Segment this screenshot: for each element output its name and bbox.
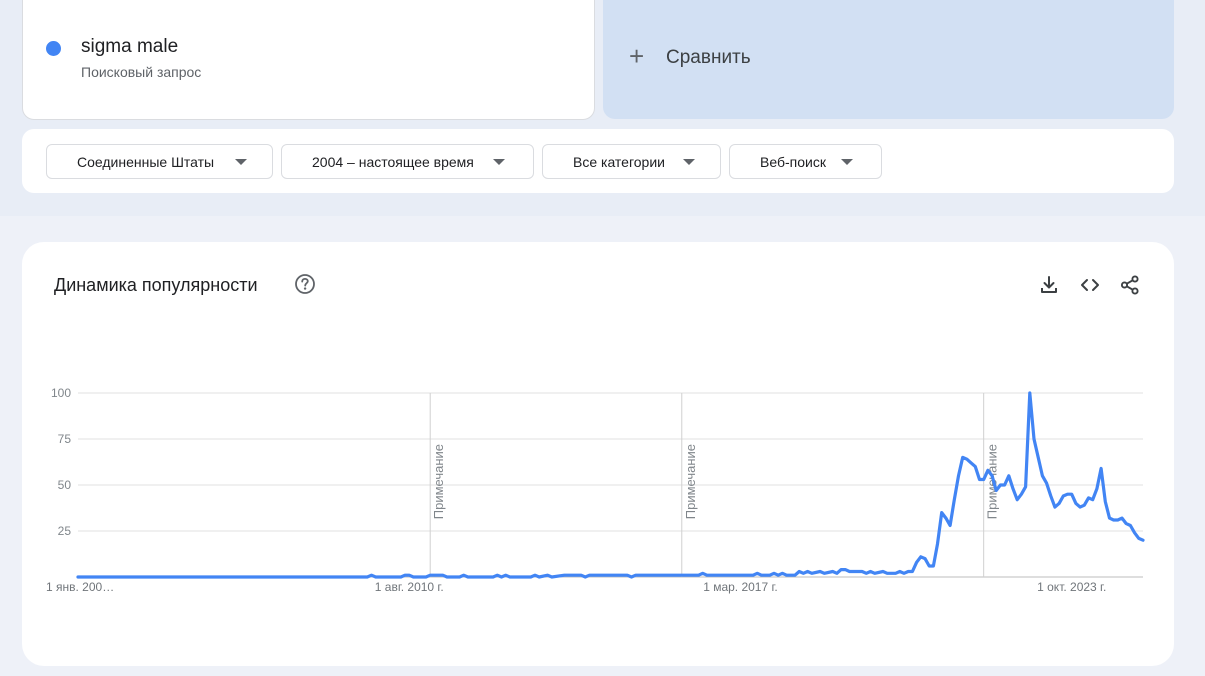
y-tick-label: 25: [58, 524, 72, 538]
x-tick-label: 1 окт. 2023 г.: [1037, 580, 1106, 594]
interest-chart[interactable]: 255075100Примечание Примечание Примечание1…: [0, 0, 1205, 676]
y-tick-label: 100: [51, 386, 71, 400]
annotation-label: Примечание: [431, 444, 446, 519]
annotation-label: Примечание: [683, 444, 698, 519]
y-tick-label: 50: [58, 478, 72, 492]
y-tick-label: 75: [58, 432, 72, 446]
x-tick-label: 1 мар. 2017 г.: [703, 580, 778, 594]
x-tick-label: 1 авг. 2010 г.: [375, 580, 444, 594]
x-tick-label: 1 янв. 200…: [46, 580, 114, 594]
